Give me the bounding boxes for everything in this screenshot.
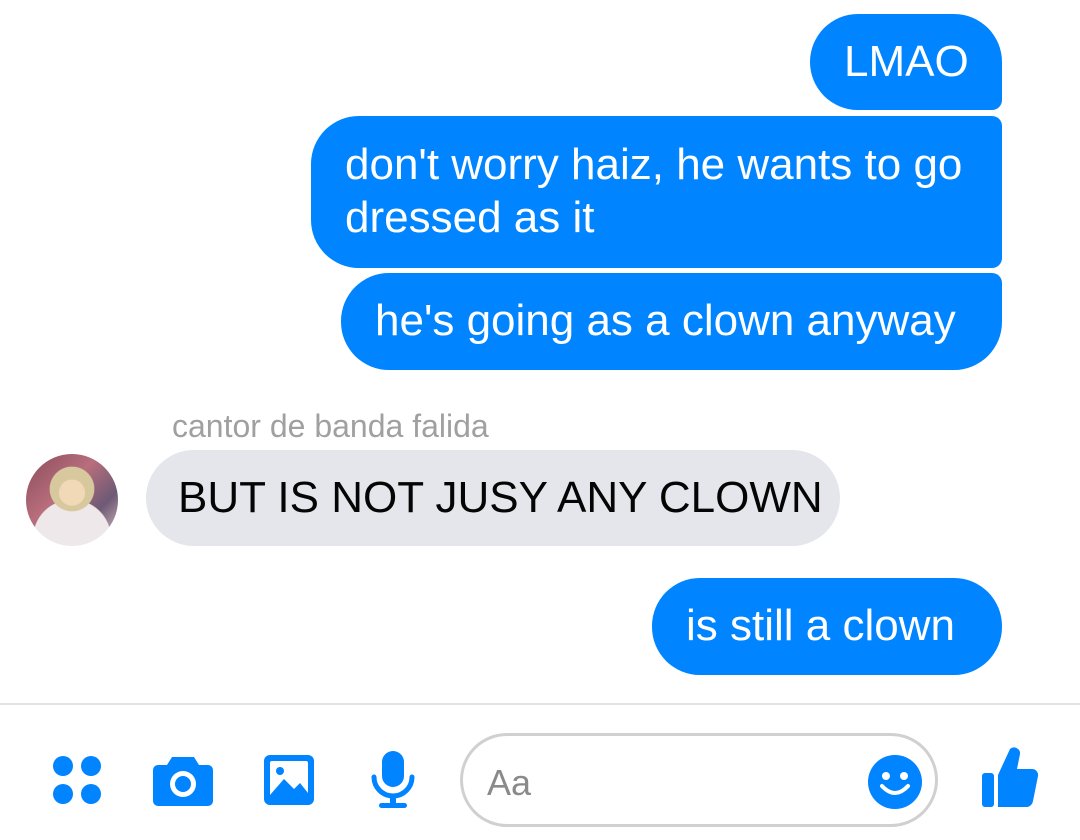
incoming-message-bubble[interactable]: BUT IS NOT JUSY ANY CLOWN [146,450,840,546]
thumbs-up-icon[interactable] [980,745,1040,809]
outgoing-message-bubble[interactable]: don't worry haiz, he wants to go dressed… [311,116,1002,268]
microphone-icon[interactable] [368,749,418,811]
sender-name: cantor de banda falida [172,408,489,444]
message-input-placeholder: Aa [487,762,532,803]
gallery-icon[interactable] [262,753,316,807]
camera-icon[interactable] [152,753,214,807]
message-composer: Aa [0,705,1080,840]
emoji-icon[interactable] [867,754,923,810]
outgoing-message-bubble[interactable]: is still a clown [652,578,1002,675]
message-input[interactable]: Aa [460,733,938,827]
more-apps-icon[interactable] [50,753,104,807]
outgoing-message-bubble[interactable]: he's going as a clown anyway [341,273,1002,370]
outgoing-message-bubble[interactable]: LMAO [810,14,1002,110]
message-thread: LMAO don't worry haiz, he wants to go dr… [0,0,1080,702]
avatar[interactable] [26,454,118,546]
